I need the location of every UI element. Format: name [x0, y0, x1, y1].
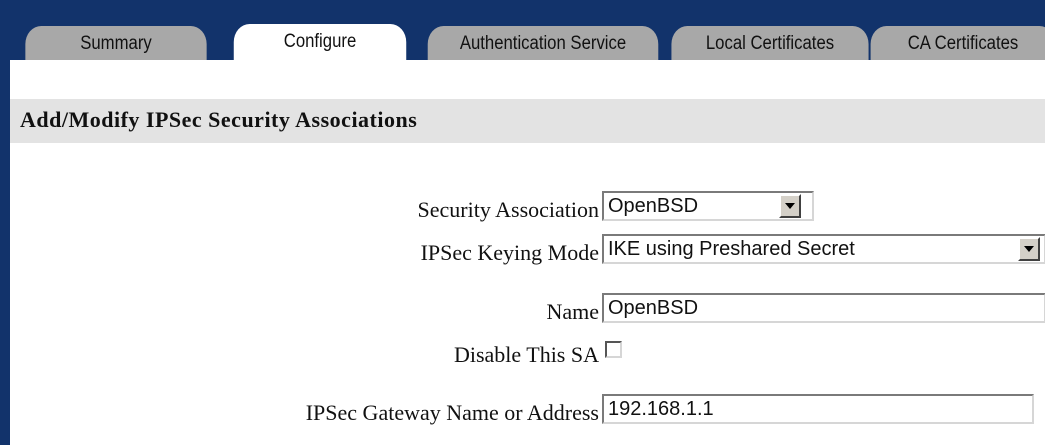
security-association-select[interactable]: OpenBSD: [602, 191, 814, 221]
keying-mode-select[interactable]: IKE using Preshared Secret: [602, 234, 1045, 264]
disable-sa-label: Disable This SA: [453, 342, 599, 367]
tab-authentication-service[interactable]: Authentication Service: [427, 26, 659, 60]
chevron-down-icon: [785, 203, 795, 209]
disable-sa-checkbox[interactable]: [605, 341, 622, 358]
configure-panel: Add/Modify IPSec Security Associations S…: [10, 60, 1045, 445]
tab-ca-certificates[interactable]: CA Certificates: [870, 26, 1045, 60]
security-association-value: OpenBSD: [608, 195, 699, 217]
tab-summary[interactable]: Summary: [25, 26, 207, 60]
security-association-label: Security Association: [417, 197, 599, 222]
keying-mode-label: IPSec Keying Mode: [420, 240, 599, 265]
panel-header: Add/Modify IPSec Security Associations: [10, 99, 1045, 143]
tab-configure[interactable]: Configure: [233, 24, 407, 62]
panel-title: Add/Modify IPSec Security Associations: [20, 107, 418, 132]
disable-sa-row: Disable This SA: [10, 336, 1045, 372]
name-input[interactable]: OpenBSD: [602, 293, 1045, 323]
gateway-row: IPSec Gateway Name or Address 192.168.1.…: [10, 394, 1045, 430]
name-row: Name OpenBSD: [10, 293, 1045, 329]
keying-mode-value: IKE using Preshared Secret: [608, 238, 855, 260]
tab-bar: Summary Configure Authentication Service…: [0, 0, 1045, 62]
keying-mode-row: IPSec Keying Mode IKE using Preshared Se…: [10, 234, 1045, 270]
dropdown-button[interactable]: [779, 194, 801, 218]
security-association-row: Security Association OpenBSD: [10, 191, 1045, 227]
gateway-label: IPSec Gateway Name or Address: [305, 400, 599, 425]
name-label: Name: [546, 299, 599, 324]
dropdown-button[interactable]: [1018, 237, 1040, 261]
gateway-input[interactable]: 192.168.1.1: [602, 394, 1034, 424]
chevron-down-icon: [1024, 246, 1034, 252]
tab-local-certificates[interactable]: Local Certificates: [671, 26, 869, 60]
